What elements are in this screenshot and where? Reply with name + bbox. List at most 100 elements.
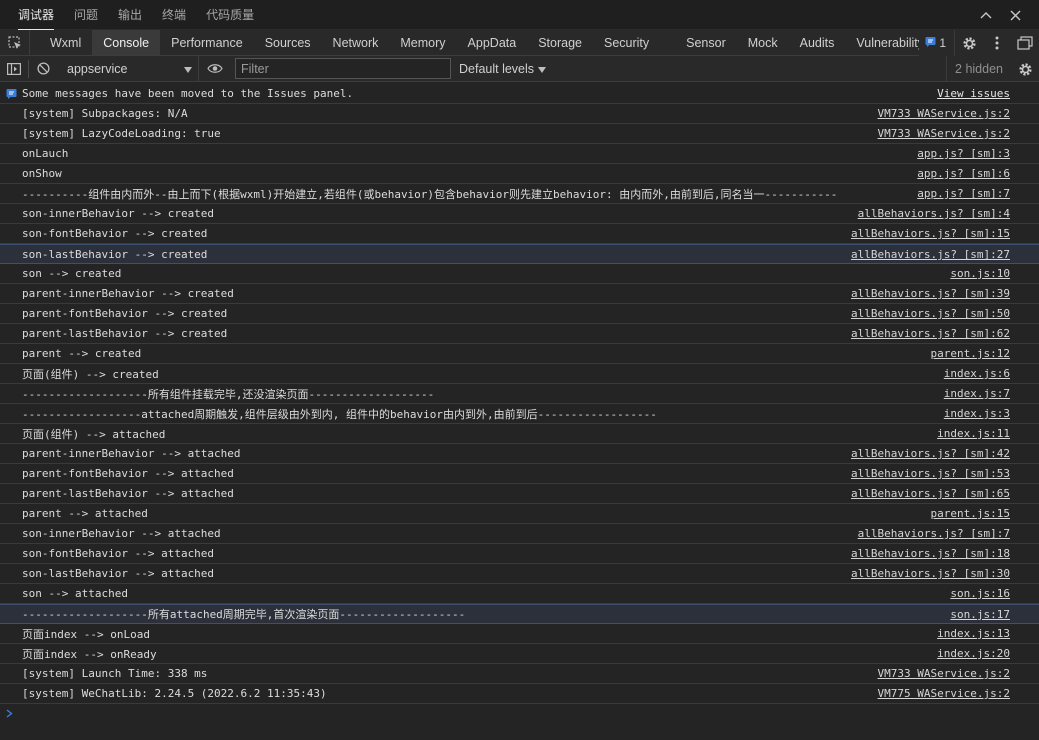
- source-link[interactable]: index.js:13: [937, 624, 1010, 643]
- message-text: 页面(组件) --> created: [22, 367, 159, 381]
- source-link[interactable]: index.js:6: [944, 364, 1010, 383]
- tab-appdata[interactable]: AppData: [457, 30, 528, 55]
- source-link[interactable]: index.js:11: [937, 424, 1010, 443]
- issue-flag-icon: [0, 84, 22, 104]
- source-link[interactable]: index.js:7: [944, 384, 1010, 403]
- inspect-element-icon[interactable]: [0, 30, 30, 55]
- message-text: 页面index --> onLoad: [22, 627, 150, 641]
- message-text: parent --> created: [22, 347, 142, 360]
- tab-mock[interactable]: Mock: [737, 30, 789, 55]
- panel-tab-problems[interactable]: 问题: [74, 0, 98, 30]
- message-gutter: [0, 584, 22, 604]
- caret-down-icon: [538, 62, 547, 76]
- console-message: son-innerBehavior --> created allBehavior…: [0, 204, 1039, 224]
- source-link[interactable]: VM733 WAService.js:2: [878, 664, 1010, 683]
- message-gutter: [0, 284, 22, 304]
- console-message: parent-fontBehavior --> attached allBehav…: [0, 464, 1039, 484]
- message-gutter: [0, 384, 22, 404]
- source-link[interactable]: app.js? [sm]:3: [917, 144, 1010, 163]
- console-message: ------------------attached周期触发,组件层级由外到内,…: [0, 404, 1039, 424]
- console-prompt[interactable]: [0, 704, 1039, 724]
- source-link[interactable]: allBehaviors.js? [sm]:62: [851, 324, 1010, 343]
- panel-tab-code-quality[interactable]: 代码质量: [206, 0, 254, 30]
- tab-console[interactable]: Console: [92, 30, 161, 55]
- console-message: parent --> attached parent.js:15: [0, 504, 1039, 524]
- source-link[interactable]: app.js? [sm]:6: [917, 164, 1010, 183]
- message-text: onLauch: [22, 147, 69, 160]
- console-message: 页面index --> onLoad index.js:13: [0, 624, 1039, 644]
- tab-performance[interactable]: Performance: [160, 30, 254, 55]
- source-link[interactable]: VM733 WAService.js:2: [878, 124, 1010, 143]
- panel-tab-output[interactable]: 输出: [118, 0, 142, 30]
- source-link[interactable]: allBehaviors.js? [sm]:53: [851, 464, 1010, 483]
- source-link[interactable]: son.js:17: [950, 605, 1010, 624]
- source-link[interactable]: VM733 WAService.js:2: [878, 104, 1010, 123]
- sidebar-toggle-icon[interactable]: [0, 56, 28, 82]
- source-link[interactable]: allBehaviors.js? [sm]:7: [858, 524, 1010, 543]
- eye-icon[interactable]: [199, 56, 231, 82]
- tab-audits[interactable]: Audits: [789, 30, 846, 55]
- log-levels-dropdown[interactable]: Default levels: [459, 61, 547, 76]
- more-vert-icon[interactable]: [983, 30, 1011, 56]
- message-gutter: [0, 364, 22, 384]
- tab-storage[interactable]: Storage: [527, 30, 593, 55]
- filter-input[interactable]: [235, 58, 451, 79]
- source-link[interactable]: allBehaviors.js? [sm]:42: [851, 444, 1010, 463]
- message-gutter: [0, 104, 22, 124]
- source-link[interactable]: allBehaviors.js? [sm]:15: [851, 224, 1010, 243]
- source-link[interactable]: index.js:20: [937, 644, 1010, 663]
- source-link[interactable]: VM775 WAService.js:2: [878, 684, 1010, 703]
- message-gutter: [0, 264, 22, 284]
- tab-wxml[interactable]: Wxml: [30, 30, 92, 55]
- clear-console-icon[interactable]: [29, 56, 57, 82]
- source-link[interactable]: allBehaviors.js? [sm]:30: [851, 564, 1010, 583]
- message-text: -------------------所有组件挂载完毕,还没渲染页面------…: [22, 387, 435, 401]
- context-selector[interactable]: appservice: [59, 55, 199, 82]
- source-link[interactable]: allBehaviors.js? [sm]:27: [851, 245, 1010, 264]
- message-text: ----------组件由内而外--由上而下(根据wxml)开始建立,若组件(或…: [22, 187, 838, 201]
- close-icon[interactable]: [1010, 10, 1021, 21]
- source-link[interactable]: parent.js:15: [931, 504, 1010, 523]
- source-link[interactable]: son.js:16: [950, 584, 1010, 603]
- source-link[interactable]: allBehaviors.js? [sm]:50: [851, 304, 1010, 323]
- view-issues-link[interactable]: View issues: [937, 84, 1010, 103]
- tab-sources[interactable]: Sources: [254, 30, 322, 55]
- panel-tab-debugger[interactable]: 调试器: [18, 0, 55, 30]
- source-link[interactable]: son.js:10: [950, 264, 1010, 283]
- console-toolbar: appservice Default levels 2 hidden: [0, 55, 1039, 82]
- log-levels-label: Default levels: [459, 61, 535, 76]
- tab-security[interactable]: Security: [593, 30, 675, 55]
- message-text: son --> attached: [22, 587, 128, 600]
- chevron-up-icon[interactable]: [980, 11, 992, 19]
- source-link[interactable]: allBehaviors.js? [sm]:4: [858, 204, 1010, 223]
- gear-icon[interactable]: [955, 30, 983, 56]
- panel-tab-terminal[interactable]: 终端: [162, 0, 186, 30]
- source-link[interactable]: parent.js:12: [931, 344, 1010, 363]
- devtools-actions: 1: [919, 30, 1039, 56]
- issues-count: 1: [939, 36, 946, 50]
- tab-sensor[interactable]: Sensor: [675, 30, 737, 55]
- console-message: onShow app.js? [sm]:6: [0, 164, 1039, 184]
- console-message: [system] LazyCodeLoading: true VM733 WASe…: [0, 124, 1039, 144]
- prompt-chevron-icon: [6, 707, 13, 721]
- source-link[interactable]: allBehaviors.js? [sm]:18: [851, 544, 1010, 563]
- tab-network[interactable]: Network: [322, 30, 390, 55]
- source-link[interactable]: allBehaviors.js? [sm]:39: [851, 284, 1010, 303]
- issues-notice-row: Some messages have been moved to the Iss…: [0, 84, 1039, 104]
- console-message: son-innerBehavior --> attached allBehavio…: [0, 524, 1039, 544]
- message-gutter: [0, 684, 22, 704]
- source-link[interactable]: app.js? [sm]:7: [917, 184, 1010, 203]
- undock-icon[interactable]: [1011, 30, 1039, 56]
- source-link[interactable]: allBehaviors.js? [sm]:65: [851, 484, 1010, 503]
- console-message: parent-lastBehavior --> created allBehavi…: [0, 324, 1039, 344]
- console-message: son-fontBehavior --> attached allBehavior…: [0, 544, 1039, 564]
- message-gutter: [0, 624, 22, 644]
- console-messages: Some messages have been moved to the Iss…: [0, 84, 1039, 740]
- message-gutter: [0, 224, 22, 244]
- console-settings-gear-icon[interactable]: [1011, 56, 1039, 82]
- caret-down-icon: [184, 62, 192, 76]
- tab-memory[interactable]: Memory: [389, 30, 456, 55]
- issues-counter[interactable]: 1: [919, 30, 955, 56]
- source-link[interactable]: index.js:3: [944, 404, 1010, 423]
- message-gutter: [0, 604, 22, 624]
